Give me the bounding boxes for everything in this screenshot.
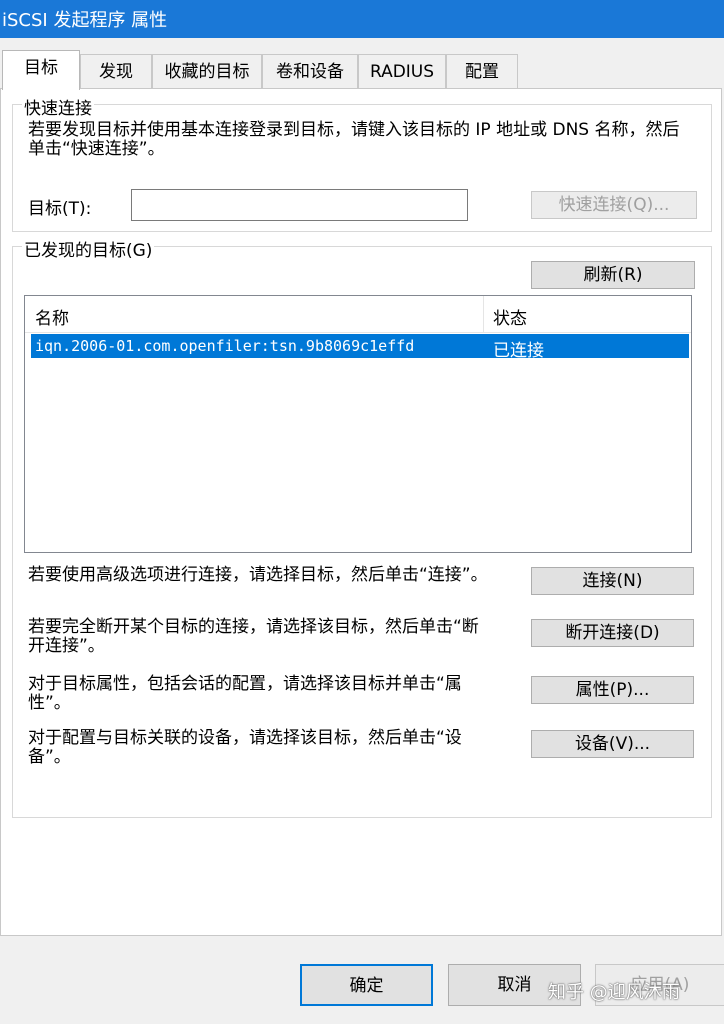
devices-description: 对于配置与目标关联的设备，请选择该目标，然后单击“设备”。 bbox=[28, 728, 462, 767]
tab-targets[interactable]: 目标 bbox=[2, 50, 80, 90]
target-input[interactable] bbox=[131, 189, 468, 221]
tab-favorite-targets[interactable]: 收藏的目标 bbox=[152, 54, 262, 88]
devices-button[interactable]: 设备(V)... bbox=[531, 730, 694, 758]
list-header: 名称 状态 bbox=[25, 296, 691, 333]
tab-radius[interactable]: RADIUS bbox=[358, 54, 446, 88]
targets-list[interactable]: 名称 状态 iqn.2006-01.com.openfiler:tsn.9b80… bbox=[24, 295, 692, 553]
column-divider bbox=[483, 296, 484, 332]
title-bar: iSCSI 发起程序 属性 bbox=[0, 0, 724, 38]
quick-connect-button[interactable]: 快速连接(Q)... bbox=[531, 191, 697, 219]
disconnect-description: 若要完全断开某个目标的连接，请选择该目标，然后单击“断开连接”。 bbox=[28, 617, 479, 656]
properties-description: 对于目标属性，包括会话的配置，请选择该目标并单击“属性”。 bbox=[28, 674, 462, 713]
discovered-targets-legend: 已发现的目标(G) bbox=[22, 236, 155, 261]
watermark-text: 知乎 @迎风沐雨 bbox=[548, 982, 680, 1003]
connect-button[interactable]: 连接(N) bbox=[531, 567, 694, 595]
table-row[interactable]: iqn.2006-01.com.openfiler:tsn.9b8069c1ef… bbox=[31, 334, 689, 361]
ok-button[interactable]: 确定 bbox=[300, 964, 433, 1006]
tab-discovery[interactable]: 发现 bbox=[80, 54, 152, 88]
properties-button[interactable]: 属性(P)... bbox=[531, 676, 694, 704]
quick-connect-legend: 快速连接 bbox=[22, 94, 94, 119]
disconnect-button[interactable]: 断开连接(D) bbox=[531, 619, 694, 647]
tab-configuration[interactable]: 配置 bbox=[446, 54, 518, 88]
connect-description: 若要使用高级选项进行连接，请选择目标，然后单击“连接”。 bbox=[28, 565, 488, 585]
tab-volumes-devices[interactable]: 卷和设备 bbox=[262, 54, 358, 88]
target-status-cell: 已连接 bbox=[493, 341, 544, 361]
refresh-button[interactable]: 刷新(R) bbox=[531, 261, 695, 289]
window-title: iSCSI 发起程序 属性 bbox=[2, 10, 168, 31]
target-label: 目标(T): bbox=[28, 199, 92, 219]
target-name-cell: iqn.2006-01.com.openfiler:tsn.9b8069c1ef… bbox=[35, 337, 415, 355]
column-name-header[interactable]: 名称 bbox=[35, 304, 69, 329]
column-status-header[interactable]: 状态 bbox=[493, 304, 527, 329]
tab-strip: 目标 发现 收藏的目标 卷和设备 RADIUS 配置 bbox=[0, 50, 724, 90]
quick-connect-description: 若要发现目标并使用基本连接登录到目标，请键入该目标的 IP 地址或 DNS 名称… bbox=[28, 120, 680, 159]
